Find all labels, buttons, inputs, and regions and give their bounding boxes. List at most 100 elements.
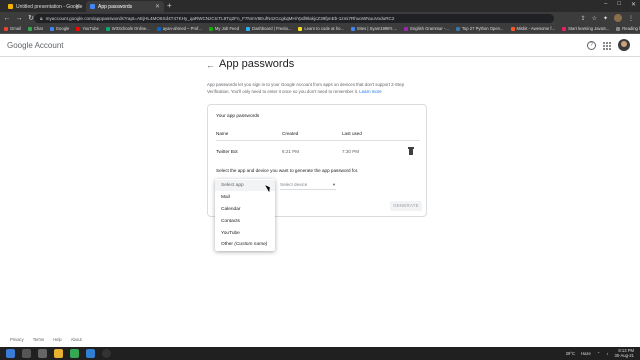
google-account-logo[interactable]: Google Account — [7, 41, 63, 50]
temperature: 29°C — [565, 351, 576, 357]
bookmark-favicon-icon — [246, 26, 251, 31]
select-device-dropdown[interactable]: Select device ▼ — [280, 182, 336, 190]
minimize-icon[interactable]: – — [604, 1, 607, 8]
toolbar-actions: ⇪ ☆ ✦ ⋮ — [581, 14, 634, 22]
google-wordmark: Google — [7, 41, 33, 50]
bookmark-item[interactable]: Start learning JavaS... — [562, 26, 609, 31]
bookmark-favicon-icon — [208, 26, 213, 31]
slides-favicon-icon — [8, 4, 13, 9]
dropdown-option-contacts[interactable]: Contacts — [215, 216, 275, 227]
volume-icon[interactable]: ♪ — [606, 351, 608, 356]
close-tab-icon[interactable]: ✕ — [75, 3, 80, 10]
clock[interactable]: 8:13 PM 30-Aug-21 — [614, 348, 634, 358]
bookmark-item[interactable]: YouTube — [76, 26, 99, 31]
bookmark-item[interactable]: Dashboard | Freela... — [246, 26, 291, 31]
bookmarks-bar: Gmail Chat Google YouTube W3Schools Online..… — [0, 24, 640, 34]
help-icon[interactable]: ? — [587, 41, 596, 50]
google-favicon-icon — [90, 4, 95, 9]
date: 30-Aug-21 — [614, 352, 634, 358]
bookmark-item[interactable]: Sites | Syam1988's ... — [350, 26, 397, 31]
browser-tab-bar: Untitled presentation - Google ✕ App pas… — [0, 0, 640, 12]
windows-taskbar: 29°C Haze ⌃ ♪ 8:13 PM 30-Aug-21 — [0, 347, 640, 360]
extensions-icon[interactable]: ✦ — [603, 15, 608, 22]
profile-avatar[interactable] — [614, 14, 622, 22]
bookmark-label: W3Schools Online... — [111, 26, 150, 31]
bookmark-item[interactable]: ayan-ahmed – Prof... — [156, 26, 202, 31]
intro-text: App passwords let you sign in to your Go… — [207, 82, 422, 95]
footer-link-about[interactable]: About — [71, 337, 82, 342]
footer-link-terms[interactable]: Terms — [33, 337, 44, 342]
vscode-icon[interactable] — [86, 349, 95, 358]
dropdown-option-youtube[interactable]: YouTube — [215, 228, 275, 239]
bookmark-item[interactable]: English Grammar -... — [404, 26, 449, 31]
network-icon[interactable]: ⌃ — [597, 351, 601, 356]
tab-untitled-presentation[interactable]: Untitled presentation - Google ✕ — [4, 1, 84, 12]
bookmark-favicon-icon — [616, 26, 621, 31]
bookmark-item[interactable]: Chat — [27, 26, 43, 31]
bookmark-favicon-icon — [298, 26, 303, 31]
bookmark-label: ayan-ahmed – Prof... — [162, 26, 202, 31]
bookmark-label: Chat — [33, 26, 43, 31]
bookmark-item[interactable]: Top 27 Python Open... — [455, 26, 504, 31]
bookmark-favicon-icon — [49, 26, 54, 31]
footer-link-privacy[interactable]: Privacy — [10, 337, 24, 342]
bookmark-label: Google — [55, 26, 70, 31]
tab-app-passwords[interactable]: App passwords ✕ — [86, 1, 164, 12]
app-password-created: 6:21 PM — [282, 149, 300, 154]
bookmark-label: My Job Feed — [214, 26, 240, 31]
footer-link-help[interactable]: Help — [53, 337, 62, 342]
account-wordmark: Account — [34, 41, 64, 50]
dropdown-option-calendar[interactable]: Calendar — [215, 204, 275, 215]
search-icon[interactable] — [22, 349, 31, 358]
back-arrow-icon[interactable]: ← — [206, 60, 215, 70]
google-apps-icon[interactable] — [603, 42, 611, 50]
column-header-name: Name — [216, 131, 229, 136]
bookmark-item[interactable]: Google — [49, 26, 70, 31]
bookmark-favicon-icon — [404, 26, 409, 31]
lock-icon: 🔒︎ — [40, 15, 43, 22]
select-device-label: Select device — [280, 182, 308, 187]
app-password-last-used: 7:30 PM — [342, 149, 360, 154]
chrome-icon[interactable] — [70, 349, 79, 358]
file-explorer-icon[interactable] — [54, 349, 63, 358]
bookmark-item[interactable]: Misbit - Awesome f... — [510, 26, 555, 31]
bookmark-favicon-icon — [76, 26, 81, 31]
bookmark-item[interactable]: Reading list — [616, 26, 640, 31]
maximize-icon[interactable]: □ — [617, 1, 621, 8]
bookmark-favicon-icon — [350, 26, 355, 31]
bookmark-item[interactable]: Learn to code at ho... — [298, 26, 344, 31]
menu-icon[interactable]: ⋮ — [628, 15, 634, 22]
window-controls: – □ ✕ — [604, 1, 636, 8]
close-tab-icon[interactable]: ✕ — [155, 3, 160, 10]
task-view-icon[interactable] — [38, 349, 47, 358]
system-tray: 29°C Haze ⌃ ♪ 8:13 PM 30-Aug-21 — [565, 348, 634, 358]
windows-start-icon[interactable] — [6, 349, 15, 358]
address-bar[interactable]: 🔒︎ myaccount.google.com/apppasswords?rap… — [34, 14, 554, 23]
divider — [216, 140, 420, 141]
bookmark-star-icon[interactable]: ☆ — [592, 15, 597, 22]
share-icon[interactable]: ⇪ — [581, 15, 586, 22]
app-icon[interactable] — [102, 349, 111, 358]
browser-toolbar: ← → ↻ 🔒︎ myaccount.google.com/apppasswor… — [0, 12, 640, 24]
learn-more-link[interactable]: Learn more — [359, 89, 381, 94]
dropdown-option-other[interactable]: Other (Custom name) — [215, 239, 275, 250]
delete-trash-icon[interactable] — [408, 147, 414, 155]
bookmark-label: Reading list — [622, 26, 640, 31]
bookmark-label: Learn to code at ho... — [304, 26, 344, 31]
select-instructions: Select the app and device you want to ge… — [216, 168, 359, 173]
generate-button[interactable]: GENERATE — [390, 201, 422, 211]
bookmark-favicon-icon — [562, 26, 567, 31]
dropdown-option-mail[interactable]: Mail — [215, 192, 275, 203]
bookmark-item[interactable]: Gmail — [4, 26, 21, 31]
account-avatar[interactable] — [618, 39, 630, 51]
back-nav-icon[interactable]: ← — [2, 15, 12, 22]
new-tab-icon[interactable]: + — [167, 1, 172, 10]
column-header-last-used: Last used — [342, 131, 362, 136]
forward-nav-icon[interactable]: → — [14, 15, 24, 22]
bookmark-item[interactable]: My Job Feed — [208, 26, 240, 31]
bookmark-favicon-icon — [156, 26, 161, 31]
app-password-name: Twitter Bot — [216, 149, 238, 154]
bookmark-item[interactable]: W3Schools Online... — [105, 26, 150, 31]
close-window-icon[interactable]: ✕ — [631, 1, 636, 8]
card-title: Your app passwords — [216, 114, 260, 119]
